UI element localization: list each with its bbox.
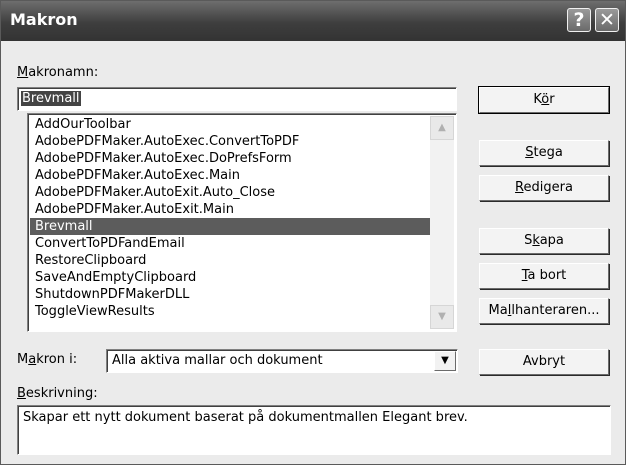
macro-list-item[interactable]: AdobePDFMaker.AutoExec.Main [30,167,432,184]
description-label: Beskrivning: [17,386,98,401]
macro-list-items: AddOurToolbar AdobePDFMaker.AutoExec.Conv… [30,116,432,320]
macro-name-input[interactable]: Brevmall [17,87,457,111]
description-box: Skapar ett nytt dokument baserat på doku… [17,405,611,455]
macro-list-item[interactable]: SaveAndEmptyClipboard [30,269,432,286]
run-button[interactable]: Kör [478,86,610,114]
macro-list[interactable]: AddOurToolbar AdobePDFMaker.AutoExec.Conv… [27,113,457,332]
macro-list-item[interactable]: Brevmall [30,218,432,235]
cancel-button[interactable]: Avbryt [479,349,609,375]
create-button[interactable]: Skapa [479,228,609,254]
edit-button[interactable]: Redigera [479,175,609,201]
scroll-down-icon[interactable]: ▼ [430,305,454,329]
macro-list-scrollbar[interactable]: ▲ ▼ [430,116,454,329]
macro-list-item[interactable]: AdobePDFMaker.AutoExec.DoPrefsForm [30,150,432,167]
scroll-up-icon[interactable]: ▲ [430,116,454,140]
macros-in-label: Makron i: [17,352,78,367]
dialog-title: Makron [10,10,78,29]
macro-name-label: Makronamn: [17,65,99,80]
chevron-down-icon[interactable]: ▼ [434,351,456,371]
macros-in-value: Alla aktiva mallar och dokument [112,353,323,368]
title-bar[interactable]: Makron ? ✕ [1,1,625,41]
macro-list-item[interactable]: AdobePDFMaker.AutoExit.Auto_Close [30,184,432,201]
macro-name-value: Brevmall [21,91,81,106]
organizer-button[interactable]: Mallhanteraren... [479,298,609,324]
macro-list-item[interactable]: AdobePDFMaker.AutoExit.Main [30,201,432,218]
help-button[interactable]: ? [567,8,591,32]
step-button[interactable]: Stega [479,140,609,166]
macros-in-select[interactable]: Alla aktiva mallar och dokument ▼ [106,349,458,373]
macro-list-item[interactable]: ToggleViewResults [30,303,432,320]
macro-list-item[interactable]: ShutdownPDFMakerDLL [30,286,432,303]
close-button[interactable]: ✕ [595,8,619,32]
description-text: Skapar ett nytt dokument baserat på doku… [23,410,468,425]
macros-dialog: Makron ? ✕ Makronamn: Brevmall AddOurToo… [0,0,626,465]
delete-button[interactable]: Ta bort [479,263,609,289]
macro-list-item[interactable]: AddOurToolbar [30,116,432,133]
macro-list-item[interactable]: RestoreClipboard [30,252,432,269]
macro-list-item[interactable]: AdobePDFMaker.AutoExec.ConvertToPDF [30,133,432,150]
macro-list-item[interactable]: ConvertToPDFandEmail [30,235,432,252]
